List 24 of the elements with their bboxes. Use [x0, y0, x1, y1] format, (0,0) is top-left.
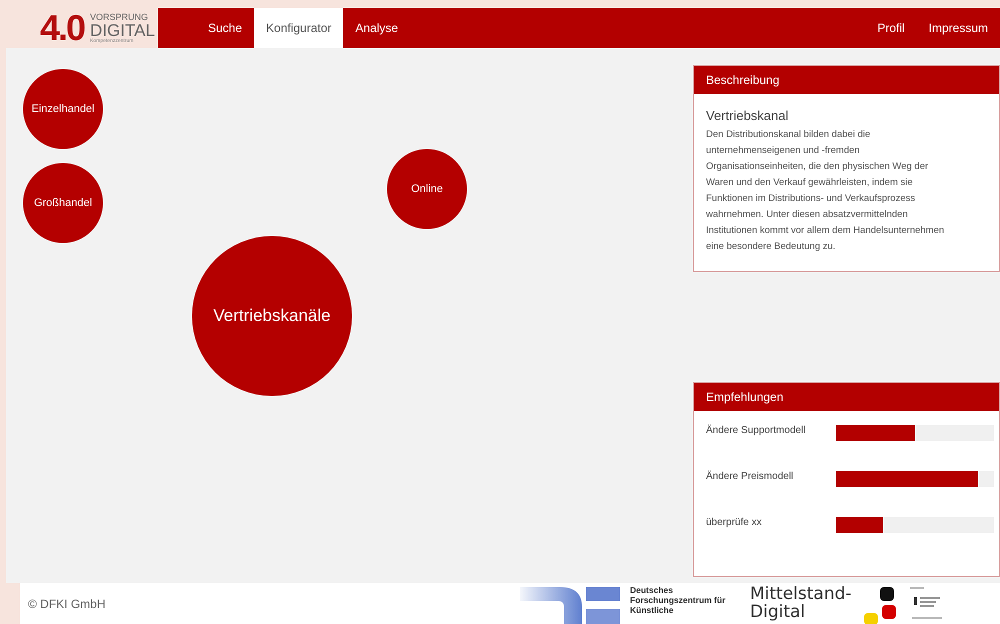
nav-tab[interactable]: Konfigurator — [254, 8, 344, 48]
recommendation-label: überprüfe xx — [706, 516, 763, 530]
recommendation-label: Ändere Preismodell — [706, 470, 794, 484]
nav-link[interactable]: Profil — [865, 8, 917, 48]
node-circle[interactable]: Einzelhandel — [23, 69, 103, 149]
dfki-text: Deutsches Forschungszentrum für Künstliche — [630, 585, 726, 615]
mittelstand-text: Digital — [750, 603, 806, 621]
panel-header: Beschreibung — [694, 66, 999, 94]
logo-text: DIGITAL — [90, 22, 155, 38]
description-title: Vertriebskanal — [706, 108, 790, 123]
colored-dots-icon — [862, 585, 898, 624]
panel-header: Empfehlungen — [694, 383, 999, 411]
copyright-text: © DFKI GmbH — [28, 596, 107, 610]
description-text: Den Distributionskanal bilden dabei die unternehmenseigenen und -fremden Organisationseinheiten, die den physischen Weg der Waren und den Verkauf gewährleisten, indem sie Funktionen im Distributions- und Verkaufsprozess wahrnehmen. Unter diesen absatzvermittelnden Institutionen kommt vor allem dem Handelsunternehmen eine besondere Bedeutung zu. — [706, 128, 946, 254]
nav-tab[interactable]: Suche — [196, 8, 254, 48]
node-circle[interactable]: Online — [387, 149, 467, 229]
mittelstand-text: Mittelstand- — [750, 585, 852, 603]
recommendation-label: Ändere Supportmodell — [706, 424, 807, 438]
node-circle[interactable]: Vertriebskanäle — [192, 236, 352, 396]
node-circle[interactable]: Großhandel — [23, 163, 103, 243]
nav-tab[interactable]: Analyse — [343, 8, 410, 48]
logo-text: VORSPRUNG — [90, 12, 150, 22]
nav-link[interactable]: Impressum — [916, 8, 1000, 48]
logo-number: 4.0 — [40, 7, 84, 49]
